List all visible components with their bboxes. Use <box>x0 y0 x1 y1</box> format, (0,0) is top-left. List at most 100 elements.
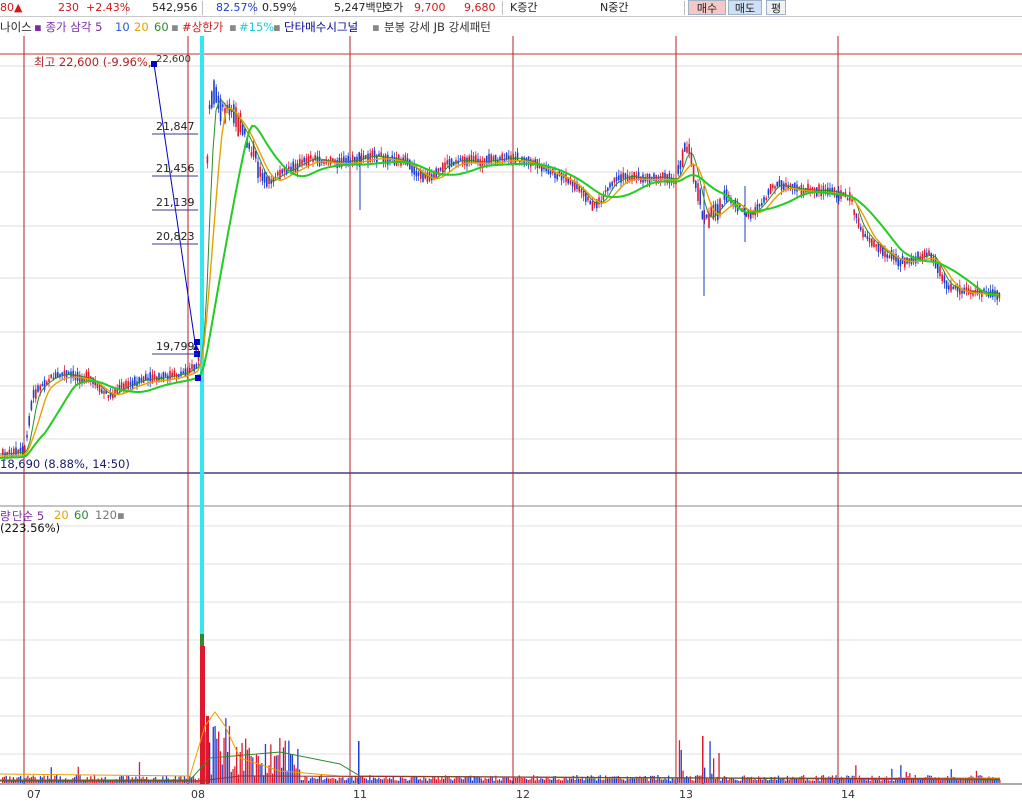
candle-body <box>710 206 712 216</box>
flat-button[interactable]: 평 <box>766 0 786 15</box>
volume-bar <box>668 775 670 783</box>
volume-bar <box>788 779 790 783</box>
up-arrow-icon: ▲ <box>14 1 23 14</box>
legend-15pct: #15% <box>239 20 275 34</box>
candle-body <box>191 364 193 370</box>
volume-bar <box>493 780 495 783</box>
volume-bar <box>585 778 587 783</box>
volume-bar <box>479 777 481 783</box>
volume-bar <box>331 778 333 783</box>
candle-body <box>877 243 880 253</box>
volume-bar <box>47 775 49 783</box>
volume-bar <box>367 780 369 783</box>
volume-bar <box>842 779 844 783</box>
candle-body <box>604 190 607 193</box>
candle-body <box>554 172 556 179</box>
candle-body <box>904 257 906 268</box>
candle-body <box>556 174 558 180</box>
buy-button[interactable]: 매수 <box>688 0 726 15</box>
price-legend: 나이스 ▪ 종가 삼각 5 10 20 60 ▪ #상한가 ▪ #15% ▪ 단… <box>0 18 1022 36</box>
candle-body <box>314 155 316 161</box>
candle-body <box>679 161 682 169</box>
candle-body <box>853 209 855 215</box>
candlestick-chart[interactable]: 07 08 11 12 13 14 21,847 21,456 21,139 20,823 19,7… <box>0 36 1022 806</box>
volume-bar <box>578 778 580 783</box>
candle-body <box>158 373 160 381</box>
candle-body <box>917 251 919 259</box>
volume-bar <box>344 780 346 783</box>
candle-body <box>875 244 877 247</box>
volume-bar <box>212 726 214 783</box>
candle-body <box>32 389 35 398</box>
volume-bar <box>484 778 486 783</box>
volume-bar <box>538 779 540 783</box>
sell-button[interactable]: 매도 <box>728 0 762 15</box>
volume-bar <box>255 754 258 783</box>
volume-bar <box>844 779 846 783</box>
volume-bar <box>646 778 648 783</box>
volume-bar <box>412 776 414 783</box>
volume-bar <box>453 778 456 783</box>
candle-body <box>701 211 704 220</box>
trade-value: 5,247백만 <box>334 1 386 14</box>
volume-bar <box>93 775 96 783</box>
candle-body <box>182 371 184 374</box>
volume-bar <box>565 777 567 783</box>
candle-body <box>129 382 132 385</box>
volume-bar <box>657 775 659 783</box>
volume-bar <box>833 779 835 783</box>
volume-bar <box>632 778 634 783</box>
volume-bar <box>558 779 560 783</box>
volume-bar <box>574 779 576 783</box>
candle-body <box>591 201 594 211</box>
volume-bar <box>426 780 429 783</box>
candle-body <box>855 213 858 218</box>
volume-bar <box>866 780 868 783</box>
volume-bar <box>785 780 787 783</box>
candle-body <box>72 370 74 378</box>
moving-averages <box>0 99 1000 459</box>
volume-bar <box>392 776 394 783</box>
volume-bar <box>693 780 695 783</box>
volume-bar <box>504 777 506 783</box>
candle-body <box>611 181 613 186</box>
candle-body <box>695 181 697 189</box>
candle-body <box>164 373 167 377</box>
volume-bar <box>209 742 211 783</box>
x-axis-label: 13 <box>679 788 693 801</box>
volume-bar <box>407 780 409 783</box>
candle-body <box>866 235 869 240</box>
volume-bar <box>815 775 817 783</box>
volume-bar <box>371 780 373 783</box>
candle-body <box>961 290 963 294</box>
candle-body <box>65 370 68 378</box>
candle-body <box>622 172 624 179</box>
turnover-rate: 0.59% <box>262 1 297 15</box>
candle-body <box>758 204 761 207</box>
candle-body <box>415 170 418 177</box>
volume-bar <box>999 780 1001 783</box>
volume-bar <box>497 780 499 783</box>
volume-bar <box>709 741 711 783</box>
candle-body <box>277 171 279 176</box>
candle-body <box>103 391 105 394</box>
fib-level-label: 21,139 <box>156 196 195 209</box>
candle-body <box>235 107 237 128</box>
volume-bar <box>700 775 702 783</box>
high-price-label: 최고 22,600 (-9.96%, <box>34 55 152 69</box>
candle-body <box>952 286 954 290</box>
volume-bar <box>723 776 726 783</box>
volume-bar <box>356 777 358 783</box>
volume-bar <box>741 776 744 783</box>
volume-bar <box>401 777 403 783</box>
volume-bar <box>502 776 504 783</box>
volume-bar <box>601 779 603 783</box>
volume-bar <box>250 755 252 783</box>
candle-body <box>365 154 367 159</box>
candle-body <box>250 152 253 156</box>
volume-bar <box>304 776 306 783</box>
volume-bar <box>738 780 740 783</box>
volume-bar <box>673 778 675 783</box>
price-change: 230 <box>58 1 79 14</box>
data-source-label: 나이스 <box>0 20 32 34</box>
